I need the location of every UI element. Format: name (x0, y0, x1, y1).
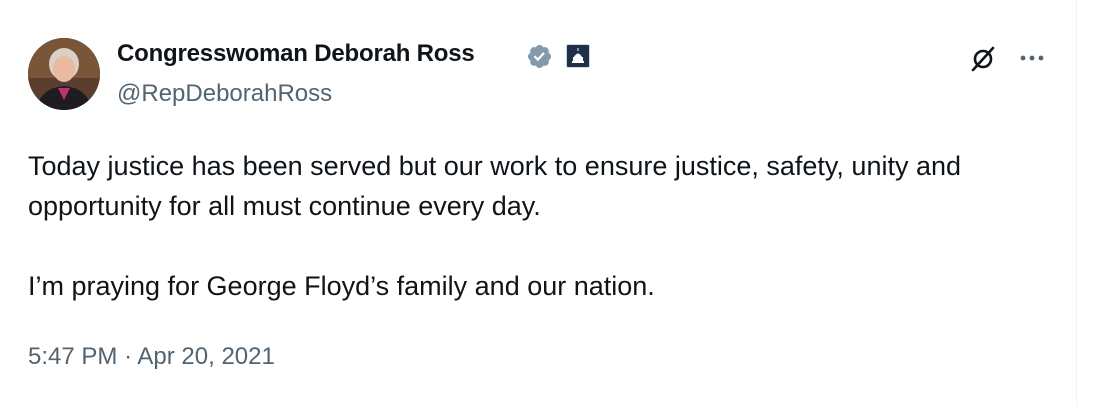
grok-icon[interactable] (968, 44, 998, 74)
tweet-card: Congresswoman Deborah Ross @RepDeborahRo… (0, 0, 1100, 406)
tweet-date[interactable]: Apr 20, 2021 (137, 343, 274, 370)
tweet-paragraph: Today justice has been served but our wo… (28, 151, 962, 221)
capitol-building-icon[interactable] (566, 44, 590, 68)
author-avatar[interactable] (28, 38, 100, 110)
tweet-paragraph: I’m praying for George Floyd’s family an… (28, 271, 655, 301)
author-name[interactable]: Congresswoman Deborah Ross (117, 40, 475, 68)
tweet-timestamp: 5:47 PM · Apr 20, 2021 (28, 343, 275, 371)
avatar-photo (28, 38, 100, 110)
separator: · (124, 343, 133, 370)
author-handle[interactable]: @RepDeborahRoss (117, 80, 332, 108)
tweet-time[interactable]: 5:47 PM (28, 343, 117, 370)
column-divider (1076, 0, 1077, 406)
more-options-icon[interactable] (1017, 48, 1047, 68)
tweet-body: Today justice has been served but our wo… (28, 146, 1048, 306)
verified-badge-icon[interactable] (526, 43, 553, 70)
